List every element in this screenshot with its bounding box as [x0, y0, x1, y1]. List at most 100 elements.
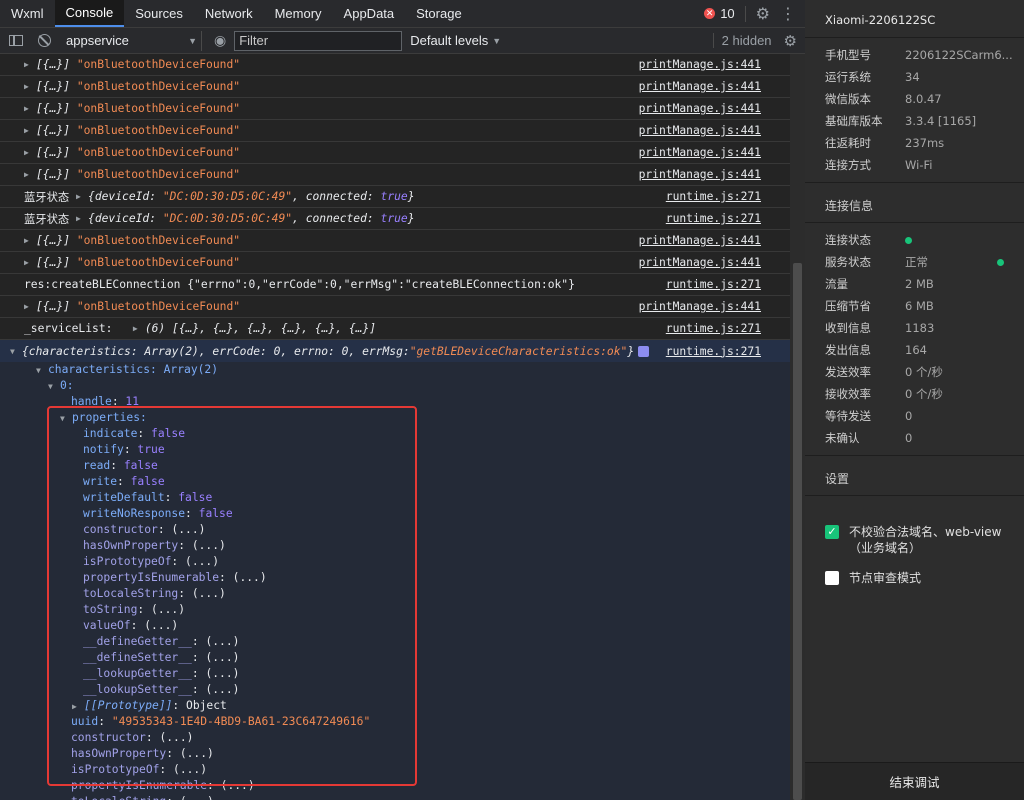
log-row[interactable]: ▶ [{…}] "onBluetoothDeviceFound" printMana… — [0, 98, 790, 120]
lazy-value[interactable]: (...) — [192, 587, 226, 600]
source-link[interactable]: printManage.js:441 — [639, 256, 761, 269]
lazy-value[interactable]: (...) — [159, 731, 193, 744]
skip-domain-check-option[interactable]: ✓ 不校验合法域名、web-view（业务域名） — [805, 524, 1024, 556]
source-link[interactable]: printManage.js:441 — [639, 300, 761, 313]
node-inspect-option[interactable]: 节点审查模式 — [805, 570, 1024, 586]
log-row[interactable]: ▶ [{…}] "onBluetoothDeviceFound" printMana… — [0, 76, 790, 98]
log-row[interactable]: _serviceList: ▶ (6) [{…}, {…}, {…}, {…}, … — [0, 318, 790, 340]
checkbox-unchecked-icon[interactable] — [825, 571, 839, 585]
more-options-icon[interactable]: ⋮ — [780, 4, 796, 24]
lazy-value[interactable]: (...) — [233, 571, 267, 584]
expand-triangle-icon[interactable]: ▶ — [76, 214, 84, 223]
console-settings-gear-icon[interactable]: ⚙ — [776, 32, 805, 50]
live-expression-eye-icon[interactable]: ◉ — [214, 32, 226, 49]
tab-storage[interactable]: Storage — [405, 0, 473, 27]
proto-method-row[interactable]: isPrototypeOf: (...) — [0, 762, 790, 778]
proto-method-row[interactable]: toString: (...) — [0, 602, 790, 618]
proto-method-row[interactable]: __lookupSetter__: (...) — [0, 682, 790, 698]
tree-node[interactable]: ▼ properties: — [0, 410, 790, 426]
log-row[interactable]: 蓝牙状态 ▶{deviceId: "DC:0D:30:D5:0C:49", co… — [0, 186, 790, 208]
proto-method-row[interactable]: constructor: (...) — [0, 730, 790, 746]
collapse-triangle-icon[interactable]: ▼ — [48, 379, 56, 395]
proto-method-row[interactable]: hasOwnProperty: (...) — [0, 538, 790, 554]
source-link[interactable]: runtime.js:271 — [666, 345, 761, 358]
lazy-value[interactable]: (...) — [180, 795, 214, 800]
expanded-log-row[interactable]: ▼ {characteristics: Array(2), errCode: 0,… — [0, 340, 790, 362]
expand-triangle-icon[interactable]: ▶ — [24, 258, 32, 267]
tree-node[interactable]: ▼ 0: — [0, 378, 790, 394]
lazy-value[interactable]: (...) — [180, 747, 214, 760]
scrollbar-thumb[interactable] — [793, 263, 802, 800]
lazy-value[interactable]: (...) — [171, 523, 205, 536]
log-row[interactable]: res:createBLEConnection {"errno":0,"errC… — [0, 274, 790, 296]
tab-appdata[interactable]: AppData — [333, 0, 406, 27]
source-link[interactable]: runtime.js:271 — [666, 190, 761, 203]
error-count-badge[interactable]: ✕ 10 — [704, 6, 735, 21]
proto-method-row[interactable]: hasOwnProperty: (...) — [0, 746, 790, 762]
expand-triangle-icon[interactable]: ▶ — [133, 324, 141, 333]
tab-wxml[interactable]: Wxml — [0, 0, 55, 27]
tab-network[interactable]: Network — [194, 0, 264, 27]
source-link[interactable]: printManage.js:441 — [639, 124, 761, 137]
proto-method-row[interactable]: valueOf: (...) — [0, 618, 790, 634]
expand-triangle-icon[interactable]: ▶ — [24, 104, 32, 113]
collapse-triangle-icon[interactable]: ▼ — [60, 411, 68, 427]
settings-gear-icon[interactable]: ⚙ — [756, 4, 770, 24]
lazy-value[interactable]: (...) — [205, 683, 239, 696]
lazy-value[interactable]: (...) — [221, 779, 255, 792]
proto-method-row[interactable]: propertyIsEnumerable: (...) — [0, 570, 790, 586]
checkbox-checked-icon[interactable]: ✓ — [825, 525, 839, 539]
end-debug-button[interactable]: 结束调试 — [805, 762, 1024, 800]
expand-triangle-icon[interactable]: ▶ — [72, 699, 80, 715]
tree-node[interactable]: ▶ [[Prototype]]: Object — [0, 698, 790, 714]
source-link[interactable]: runtime.js:271 — [666, 212, 761, 225]
vertical-scrollbar[interactable] — [790, 54, 805, 800]
source-link[interactable]: printManage.js:441 — [639, 80, 761, 93]
log-row[interactable]: ▶ [{…}] "onBluetoothDeviceFound" printMana… — [0, 54, 790, 76]
lazy-value[interactable]: (...) — [185, 555, 219, 568]
proto-method-row[interactable]: toLocaleString: (...) — [0, 794, 790, 800]
proto-method-row[interactable]: isPrototypeOf: (...) — [0, 554, 790, 570]
log-row[interactable]: ▶ [{…}] "onBluetoothDeviceFound" printMana… — [0, 120, 790, 142]
lazy-value[interactable]: (...) — [205, 667, 239, 680]
clear-console-button[interactable] — [34, 31, 54, 51]
expand-triangle-icon[interactable]: ▶ — [24, 148, 32, 157]
lazy-value[interactable]: (...) — [144, 619, 178, 632]
lazy-value[interactable]: (...) — [205, 651, 239, 664]
expand-triangle-icon[interactable]: ▶ — [24, 82, 32, 91]
proto-method-row[interactable]: __lookupGetter__: (...) — [0, 666, 790, 682]
log-row[interactable]: ▶ [{…}] "onBluetoothDeviceFound" printMana… — [0, 164, 790, 186]
expand-triangle-icon[interactable]: ▶ — [24, 302, 32, 311]
log-levels-dropdown[interactable]: Default levels ▼ — [410, 33, 501, 48]
show-sidebar-button[interactable] — [6, 31, 26, 51]
expand-triangle-icon[interactable]: ▶ — [24, 60, 32, 69]
filter-input[interactable] — [234, 30, 403, 51]
log-row[interactable]: ▶ [{…}] "onBluetoothDeviceFound" printMana… — [0, 230, 790, 252]
log-row[interactable]: ▶ [{…}] "onBluetoothDeviceFound" printMana… — [0, 296, 790, 318]
source-link[interactable]: runtime.js:271 — [666, 278, 761, 291]
tab-sources[interactable]: Sources — [124, 0, 194, 27]
log-row[interactable]: ▶ [{…}] "onBluetoothDeviceFound" printMana… — [0, 252, 790, 274]
collapse-triangle-icon[interactable]: ▼ — [10, 347, 18, 356]
proto-method-row[interactable]: toLocaleString: (...) — [0, 586, 790, 602]
source-link[interactable]: printManage.js:441 — [639, 146, 761, 159]
proto-method-row[interactable]: constructor: (...) — [0, 522, 790, 538]
tab-console[interactable]: Console — [54, 0, 125, 27]
source-link[interactable]: printManage.js:441 — [639, 234, 761, 247]
source-link[interactable]: printManage.js:441 — [639, 102, 761, 115]
tree-node[interactable]: ▼ characteristics: Array(2) — [0, 362, 790, 378]
expand-triangle-icon[interactable]: ▶ — [24, 126, 32, 135]
proto-method-row[interactable]: __defineGetter__: (...) — [0, 634, 790, 650]
context-select[interactable]: appservice ▼ — [62, 30, 202, 51]
proto-method-row[interactable]: propertyIsEnumerable: (...) — [0, 778, 790, 794]
log-row[interactable]: ▶ [{…}] "onBluetoothDeviceFound" printMana… — [0, 142, 790, 164]
lazy-value[interactable]: (...) — [151, 603, 185, 616]
collapse-triangle-icon[interactable]: ▼ — [36, 363, 44, 379]
source-link[interactable]: printManage.js:441 — [639, 58, 761, 71]
expand-triangle-icon[interactable]: ▶ — [76, 192, 84, 201]
lazy-value[interactable]: (...) — [192, 539, 226, 552]
log-row[interactable]: 蓝牙状态 ▶{deviceId: "DC:0D:30:D5:0C:49", co… — [0, 208, 790, 230]
source-link[interactable]: printManage.js:441 — [639, 168, 761, 181]
tab-memory[interactable]: Memory — [264, 0, 333, 27]
lazy-value[interactable]: (...) — [205, 635, 239, 648]
